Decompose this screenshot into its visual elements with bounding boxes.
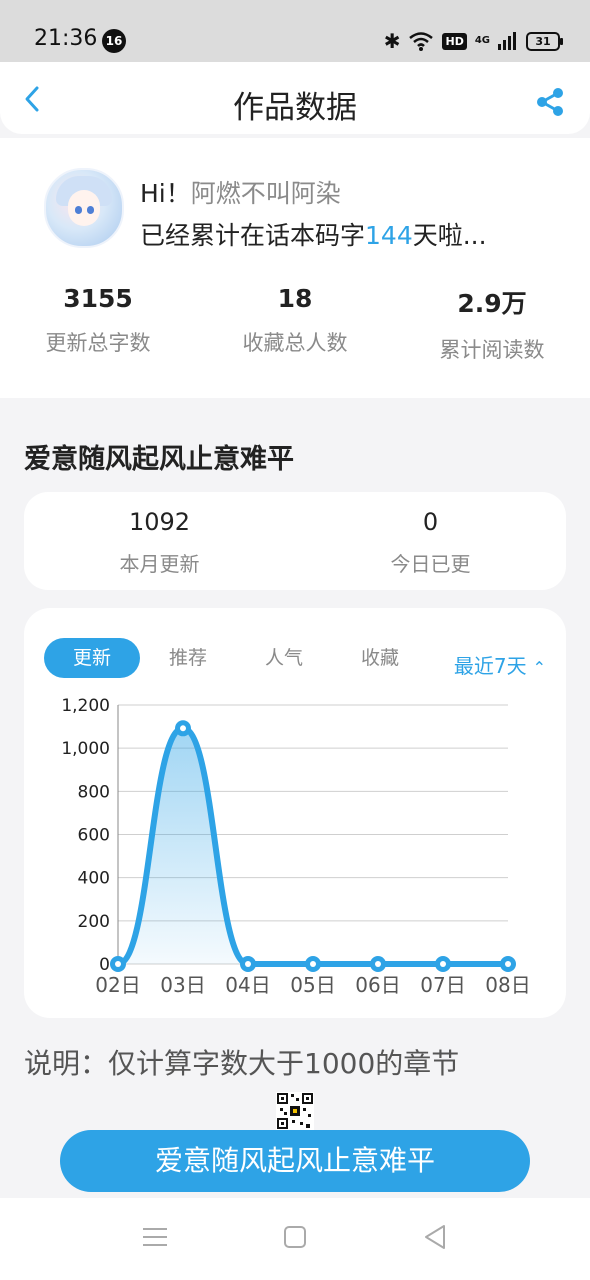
- stat-value: 18: [277, 284, 313, 313]
- month-update: 1092 本月更新: [24, 508, 295, 577]
- data-point-center: [115, 961, 121, 967]
- status-time: 21:36: [34, 26, 98, 51]
- x-tick-label: 07日: [420, 973, 465, 997]
- today-update-label: 今日已更: [390, 552, 471, 576]
- stat-total-reads: 2.9万 累计阅读数: [394, 284, 590, 364]
- chart-card: 更新 推荐 人气 收藏 最近7天 ⌃ 0 200 400 600 800 1,000 1,20…: [24, 608, 566, 1018]
- data-point-center: [505, 961, 511, 967]
- data-point-center: [375, 961, 381, 967]
- series-area: [118, 728, 508, 964]
- month-update-value: 1092: [128, 508, 191, 536]
- x-tick-label: 05日: [290, 973, 335, 997]
- menu-icon[interactable]: [140, 1222, 170, 1252]
- hd-icon: HD: [442, 32, 467, 50]
- stat-label: 累计阅读数: [439, 338, 545, 362]
- data-point-center: [440, 961, 446, 967]
- update-summary-card: 1092 本月更新 0 今日已更: [24, 492, 566, 590]
- data-point-center: [245, 961, 251, 967]
- nav-bar: 作品数据: [0, 62, 590, 134]
- status-bar: 21:36 16 ✱ HD 4G 31: [0, 0, 590, 62]
- battery-icon: 31: [526, 31, 563, 51]
- back-triangle-icon[interactable]: [420, 1222, 450, 1252]
- profile-section: Hi！阿燃不叫阿染 已经累计在话本码字144天啦... 3155 更新总字数 1…: [0, 138, 590, 398]
- today-update: 0 今日已更: [295, 508, 566, 577]
- stat-label: 更新总字数: [45, 331, 151, 355]
- stat-value: 2.9万: [457, 289, 527, 318]
- stat-label: 收藏总人数: [242, 331, 348, 355]
- status-icons: ✱ HD 4G 31: [383, 26, 563, 56]
- writing-summary: 已经累计在话本码字144天啦...: [140, 216, 487, 252]
- x-tick-label: 03日: [160, 973, 205, 997]
- y-tick-label: 600: [78, 826, 110, 846]
- system-nav-bar: [0, 1198, 590, 1280]
- update-chart: 0 200 400 600 800 1,000 1,200 02日 03日 04日 05日 06日 07…: [61, 696, 530, 997]
- qr-code-icon: [276, 1092, 314, 1130]
- x-tick-label: 04日: [225, 973, 270, 997]
- stat-value: 3155: [63, 284, 133, 313]
- y-tick-label: 1,200: [61, 696, 110, 716]
- data-point-center: [180, 725, 186, 732]
- share-icon[interactable]: [534, 86, 566, 118]
- y-tick-label: 400: [78, 869, 110, 889]
- greeting: Hi！阿燃不叫阿染: [140, 174, 341, 210]
- days-count: 144: [365, 221, 413, 250]
- stat-total-words: 3155 更新总字数: [0, 284, 196, 357]
- signal-icon: [498, 32, 516, 50]
- page-title: 作品数据: [233, 90, 357, 126]
- summary-prefix: 已经累计在话本码字: [140, 221, 366, 250]
- home-icon[interactable]: [280, 1222, 310, 1252]
- work-title: 爱意随风起风止意难平: [24, 444, 294, 475]
- network-type: 4G: [474, 35, 490, 46]
- month-update-label: 本月更新: [119, 552, 200, 576]
- avatar[interactable]: [44, 168, 124, 248]
- x-tick-label: 08日: [485, 973, 530, 997]
- x-tick-label: 06日: [355, 973, 400, 997]
- y-tick-label: 200: [78, 912, 110, 932]
- y-tick-label: 0: [99, 955, 110, 975]
- username: 阿燃不叫阿染: [190, 179, 341, 208]
- y-tick-label: 800: [78, 782, 110, 802]
- today-update-value: 0: [422, 508, 439, 536]
- stat-total-favorites: 18 收藏总人数: [197, 284, 393, 357]
- summary-suffix: 天啦...: [412, 221, 487, 250]
- greeting-hi: Hi！: [140, 179, 191, 208]
- data-point-center: [310, 961, 316, 967]
- note-text: 说明：仅计算字数大于1000的章节: [24, 1047, 460, 1080]
- x-tick-label: 02日: [95, 973, 140, 997]
- work-title-button[interactable]: 爱意随风起风止意难平: [60, 1130, 530, 1192]
- wifi-icon: [409, 32, 434, 51]
- notification-badge: 16: [102, 29, 126, 53]
- bluetooth-icon: ✱: [383, 29, 401, 53]
- y-tick-label: 1,000: [61, 739, 110, 759]
